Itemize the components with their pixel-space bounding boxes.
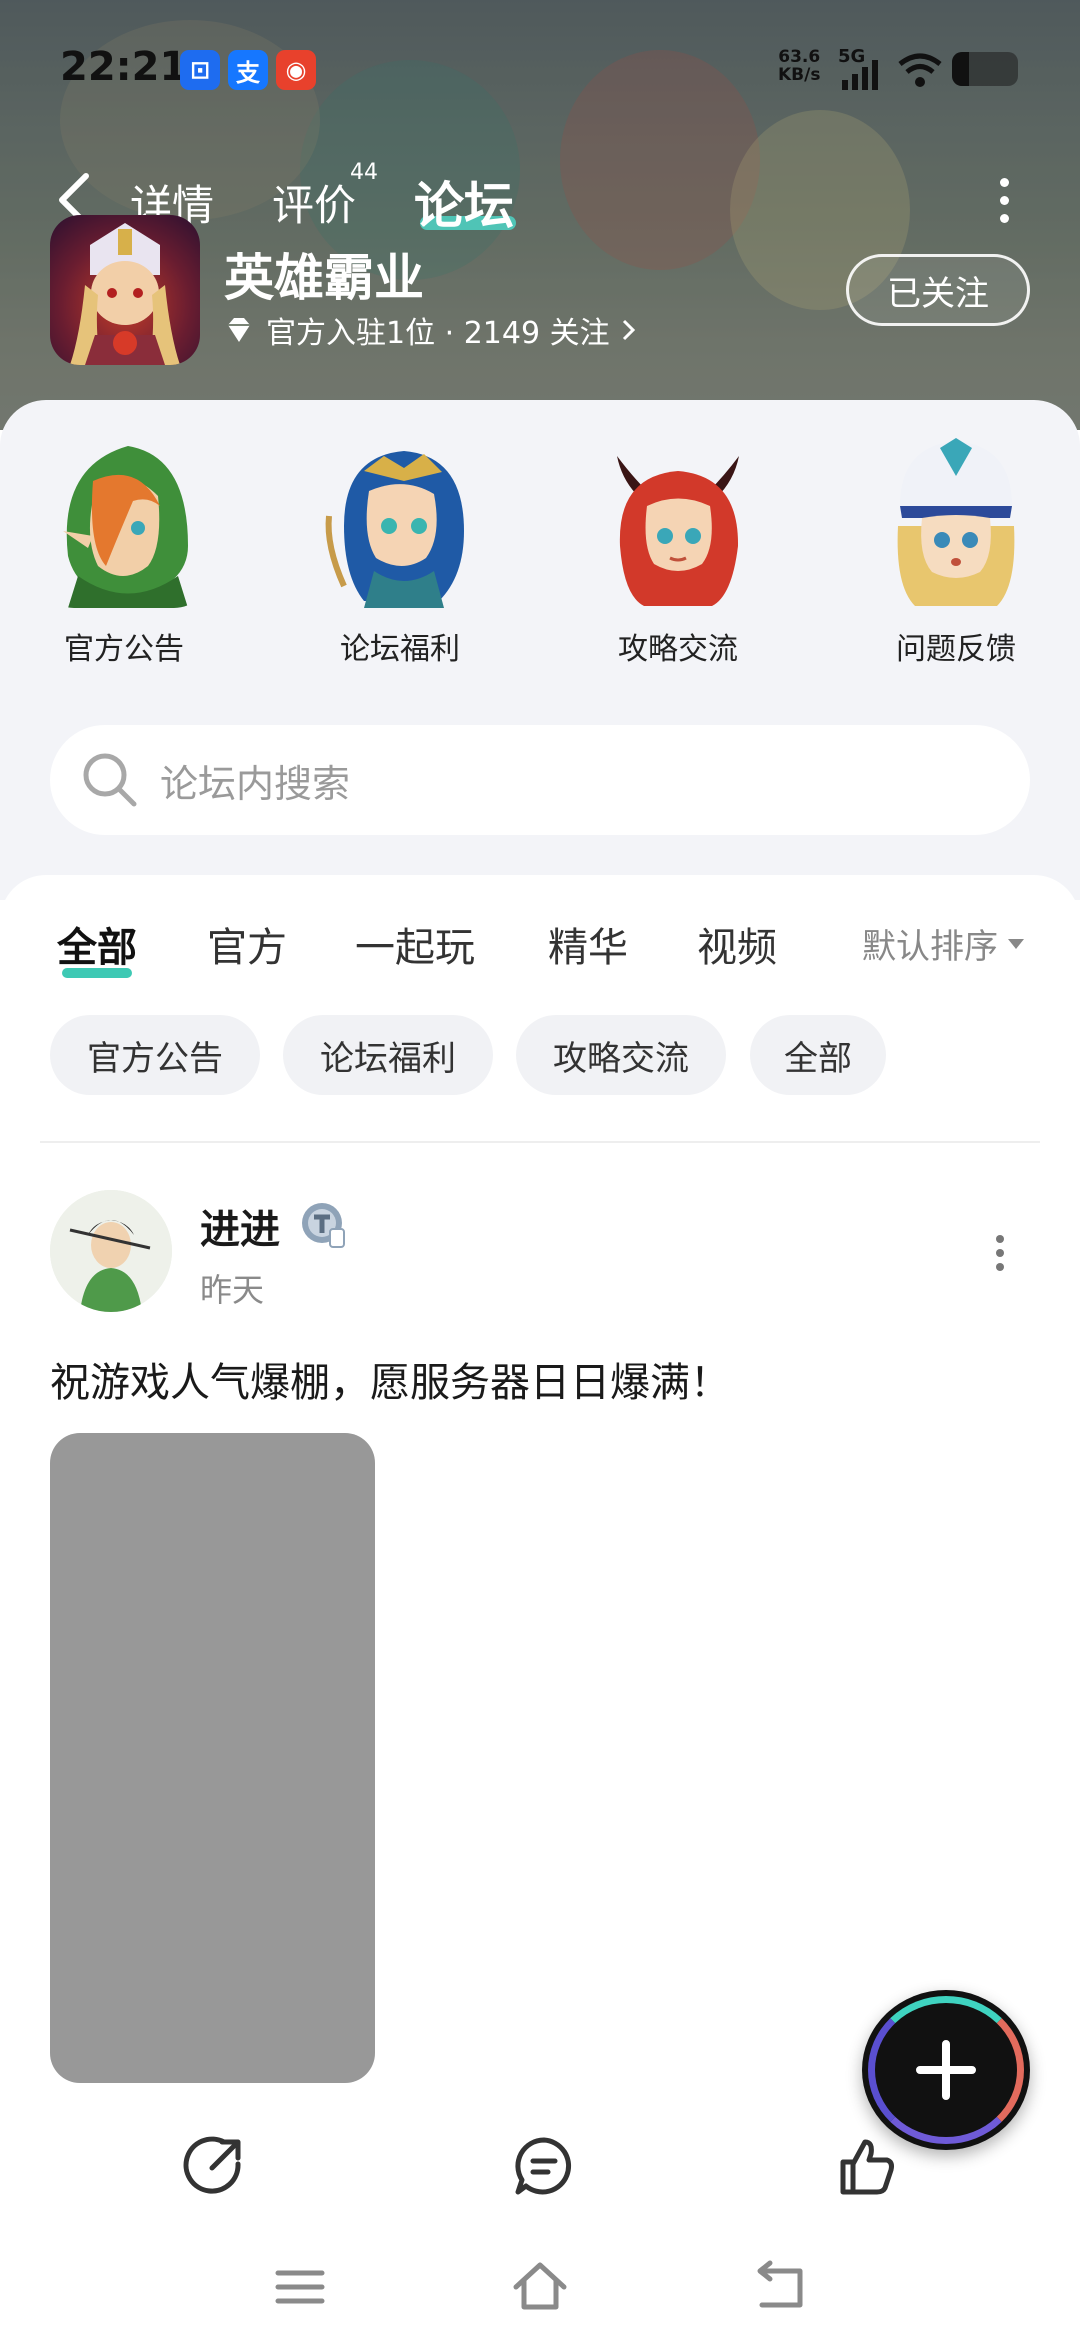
feed-tab-featured[interactable]: 精华 <box>548 915 628 973</box>
feed-tab-all[interactable]: 全部 <box>57 915 137 973</box>
status-time: 22:21 <box>60 44 188 90</box>
filter-chip[interactable]: 全部 <box>750 1015 886 1095</box>
category-feedback[interactable]: 问题反馈 <box>866 436 1046 668</box>
system-nav-bar <box>0 2235 1080 2345</box>
search-icon <box>83 753 137 807</box>
post-more-icon[interactable] <box>994 1235 1006 1271</box>
feed-tab-indicator <box>62 968 132 978</box>
category-label: 问题反馈 <box>896 632 1016 667</box>
feed-tab-play-together[interactable]: 一起玩 <box>355 915 475 973</box>
plus-icon <box>916 2040 976 2100</box>
battery-icon <box>952 52 1018 86</box>
net-speed-value: 63.6 <box>778 47 821 67</box>
net-speed-unit: KB/s <box>778 65 821 85</box>
feed-tab-video[interactable]: 视频 <box>697 915 777 973</box>
red-app-icon: ◉ <box>276 50 316 90</box>
forum-categories-panel: 官方公告 论坛福利 攻略交流 问题反馈 论坛内搜索 <box>0 400 1080 900</box>
category-guides[interactable]: 攻略交流 <box>588 436 768 668</box>
back-icon[interactable] <box>752 2259 808 2315</box>
forum-feed: 全部 官方 一起玩 精华 视频 默认排序 官方公告 论坛福利 攻略交流 全部 进… <box>0 875 1080 2175</box>
signal-bars-icon <box>842 60 878 90</box>
filter-chip[interactable]: 攻略交流 <box>516 1015 726 1095</box>
chevron-right-icon <box>622 319 635 341</box>
status-bar: 22:21 ⊡ 支 ◉ 63.6 KB/s 5G <box>0 0 1080 140</box>
like-icon[interactable] <box>835 2134 899 2198</box>
post-action-bar <box>0 2120 1080 2210</box>
menu-icon[interactable] <box>272 2259 328 2315</box>
category-official-announcements[interactable]: 官方公告 <box>34 436 214 668</box>
follow-button[interactable]: 已关注 <box>846 254 1030 326</box>
divider <box>40 1141 1040 1143</box>
post-image[interactable] <box>50 1433 375 2083</box>
category-label: 论坛福利 <box>340 632 460 667</box>
sort-dropdown[interactable]: 默认排序 <box>862 919 1024 968</box>
game-app-icon <box>50 215 200 365</box>
post-username[interactable]: 进进 <box>200 1197 280 1255</box>
more-options-icon[interactable] <box>996 178 1012 224</box>
game-title: 英雄霸业 <box>224 249 424 307</box>
elf-archer-icon <box>314 436 486 608</box>
avatar[interactable] <box>50 1190 172 1312</box>
category-label: 攻略交流 <box>618 632 738 667</box>
game-header: 22:21 ⊡ 支 ◉ 63.6 KB/s 5G 详情 评价 44 论坛 英雄霸… <box>0 0 1080 430</box>
caret-down-icon <box>1008 938 1024 949</box>
filter-chip[interactable]: 官方公告 <box>50 1015 260 1095</box>
post-timestamp: 昨天 <box>200 1271 265 1309</box>
forum-search-bar[interactable]: 论坛内搜索 <box>50 725 1030 835</box>
category-label: 官方公告 <box>64 632 184 667</box>
search-placeholder: 论坛内搜索 <box>160 761 351 806</box>
comment-icon[interactable] <box>512 2134 576 2198</box>
alipay-app-icon: 支 <box>228 50 268 90</box>
tab-reviews[interactable]: 评价 <box>272 172 356 233</box>
post-content[interactable]: 祝游戏人气爆棚，愿服务器日日爆满！ <box>50 1350 730 1408</box>
filter-chip[interactable]: 论坛福利 <box>283 1015 493 1095</box>
scan-app-icon: ⊡ <box>180 50 220 90</box>
category-forum-benefits[interactable]: 论坛福利 <box>310 436 490 668</box>
game-portrait-art <box>70 223 180 365</box>
share-icon[interactable] <box>182 2134 246 2198</box>
level-badge-icon <box>302 1203 345 1248</box>
reviews-count-badge: 44 <box>350 160 378 185</box>
wifi-icon <box>898 53 942 87</box>
elf-ranger-icon <box>38 436 210 608</box>
tab-forum[interactable]: 论坛 <box>414 166 514 238</box>
game-meta-link[interactable]: 官方入驻1位 · 2149 关注 <box>224 308 638 352</box>
feed-tab-official[interactable]: 官方 <box>207 915 287 973</box>
net-speed: 63.6 KB/s <box>778 48 820 84</box>
home-icon[interactable] <box>512 2259 568 2315</box>
demon-girl-icon <box>592 436 764 608</box>
sort-label: 默认排序 <box>862 927 998 967</box>
priestess-icon <box>870 436 1042 608</box>
game-meta-text: 官方入驻1位 · 2149 关注 <box>266 316 610 351</box>
diamond-icon <box>228 318 250 342</box>
